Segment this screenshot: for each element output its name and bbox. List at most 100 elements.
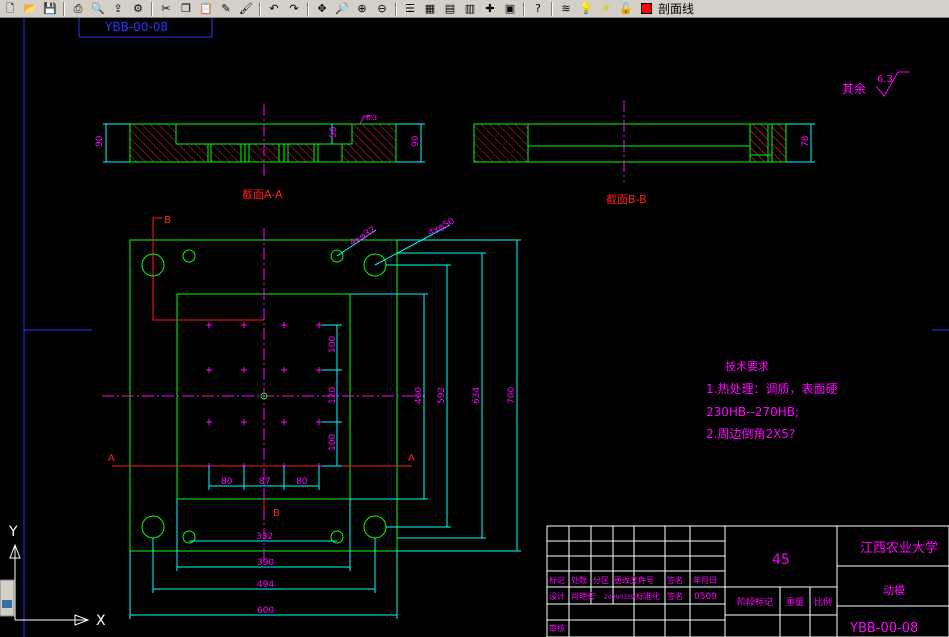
tool-palette-icon[interactable]: ▤	[442, 2, 458, 16]
pan-icon[interactable]: ✥	[314, 2, 330, 16]
tech-line-3: 2.周边倒角2X5?	[706, 427, 795, 441]
marker-b-bottom: B	[273, 508, 280, 519]
toolbar-separator	[551, 1, 553, 16]
marker-a-left: A	[108, 453, 115, 464]
new-icon[interactable]: 🗋	[2, 2, 18, 16]
paste-icon[interactable]: 📋	[198, 2, 214, 16]
ucs-x-label: X	[96, 613, 106, 629]
dim-80-b: 80	[296, 477, 308, 487]
design-center-icon[interactable]: ▦	[422, 2, 438, 16]
bulb-icon[interactable]: 💡	[578, 2, 594, 16]
dim-87: 87	[259, 477, 270, 487]
dim-390: 390	[257, 558, 274, 568]
zoom-realtime-icon[interactable]: 🔎	[334, 2, 350, 16]
copy-icon[interactable]: ❐	[178, 2, 194, 16]
tb-cell: 20090339	[604, 594, 635, 601]
dim-80-a: 80	[221, 477, 233, 487]
tb-cell: 标准化	[636, 591, 660, 601]
surface-mark-text: 6.3	[366, 114, 377, 122]
section-a-a: 6.3	[103, 104, 425, 178]
drawing-canvas[interactable]: YBB-00-08 6.3 90 50 90 截面A-A 78 截面B-B 其余…	[0, 18, 949, 637]
section-b-b	[473, 100, 815, 182]
dim-sec-a-left: 90	[95, 135, 105, 147]
markup-icon[interactable]: ✚	[482, 2, 498, 16]
tb-cell: 分区	[593, 576, 609, 585]
part-name: 动模	[883, 584, 905, 597]
standard-toolbar: 🗋 📂 💾 ⎙ 🔍 ⇪ ⚙ ✂ ❐ 📋 ✎ 🖌 ↶ ↷ ✥ 🔎 ⊕ ⊖ ☰ ▦ …	[0, 0, 949, 18]
tb-cell: 更改文件号	[614, 575, 654, 585]
tech-line-1: 1.热处理：调质，表面硬	[706, 382, 837, 396]
partial-title-frame: YBB-00-08	[78, 18, 213, 38]
brush-icon[interactable]: 🖌	[238, 2, 254, 16]
open-icon[interactable]: 📂	[22, 2, 38, 16]
title-block-row-1: 标记 处数 分区 更改文件号 签名 年月日	[549, 575, 717, 585]
tech-title: 技术要求	[725, 360, 769, 373]
calculator-icon[interactable]: ▣	[502, 2, 518, 16]
drawing-number: YBB-00-08	[849, 621, 918, 636]
tb-cell: 标记	[549, 575, 565, 585]
section-b-title: 截面B-B	[606, 192, 647, 206]
publish-icon[interactable]: ⇪	[110, 2, 126, 16]
title-block-row-2: 设计 肖艳宏 20090339 标准化 签名 0509	[549, 591, 717, 602]
zoom-previous-icon[interactable]: ⊖	[374, 2, 390, 16]
properties-icon[interactable]: ☰	[402, 2, 418, 16]
dim-sec-a-right: 90	[411, 135, 421, 147]
dim-sec-b-right: 78	[801, 135, 811, 147]
cut-icon[interactable]: ✂	[158, 2, 174, 16]
sheetset-icon[interactable]: ▥	[462, 2, 478, 16]
roughness-rest-label: 其余	[842, 81, 866, 96]
tb-cell: 处数	[571, 575, 587, 585]
roughness-symbol: 6.3	[875, 71, 910, 97]
toolbar-separator	[523, 1, 525, 16]
print-icon[interactable]: ⎙	[70, 2, 86, 16]
top-frame-label: YBB-00-08	[104, 20, 168, 34]
tech-line-2: 230HB--270HB;	[706, 405, 799, 419]
tb-cell: 签名	[667, 575, 683, 585]
zoom-window-icon[interactable]: ⊕	[354, 2, 370, 16]
weight-label: 重量	[786, 596, 804, 608]
dim-460: 460	[414, 387, 424, 404]
sun-icon[interactable]: ☀	[598, 2, 614, 16]
dim-592: 592	[437, 387, 447, 404]
layer-name-dropdown[interactable]: 剖面线	[658, 0, 694, 17]
toolbar-separator	[63, 1, 65, 16]
toolbar-separator	[395, 1, 397, 16]
callout-large-holes: 4xφ50	[427, 216, 457, 238]
tb-cell: 0509	[694, 592, 717, 602]
marker-a-right: A	[408, 453, 415, 464]
layer-manager-icon[interactable]: ≋	[558, 2, 574, 16]
dim-494: 494	[257, 580, 274, 590]
ucs-icon	[9, 543, 90, 626]
undo-icon[interactable]: ↶	[266, 2, 282, 16]
tb-cell: 肖艳宏	[571, 591, 595, 601]
lock-icon[interactable]: 🔓	[618, 2, 634, 16]
preview-icon[interactable]: 🔍	[90, 2, 106, 16]
dim-600: 600	[257, 606, 274, 616]
dim-700: 700	[507, 387, 517, 404]
tb-cell: 签名	[667, 591, 683, 601]
dim-634: 634	[472, 387, 482, 404]
roughness-value: 6.3	[877, 74, 893, 85]
technical-requirements: 技术要求 1.热处理：调质，表面硬 230HB--270HB; 2.周边倒角2X…	[706, 360, 837, 441]
redo-icon[interactable]: ↷	[286, 2, 302, 16]
color-swatch-icon[interactable]	[638, 2, 654, 16]
match-icon[interactable]: ✎	[218, 2, 234, 16]
dim-100-a: 100	[328, 336, 338, 353]
plot-icon[interactable]: ⚙	[130, 2, 146, 16]
marker-b-top: B	[164, 215, 171, 226]
tb-cell: 年月日	[693, 575, 717, 585]
section-a-title: 截面A-A	[242, 187, 283, 201]
callout-small-holes: 4xφ32	[348, 225, 377, 249]
dim-100-b: 100	[328, 434, 338, 451]
dim-332: 332	[256, 532, 273, 542]
tb-cell: 设计	[549, 591, 565, 601]
plan-view	[102, 217, 425, 560]
review-label: 审核	[549, 623, 565, 633]
scale-label: 比例	[814, 596, 832, 608]
help-icon[interactable]: ?	[530, 2, 546, 16]
toolbar-separator	[259, 1, 261, 16]
left-floating-tool[interactable]	[0, 579, 15, 617]
save-icon[interactable]: 💾	[42, 2, 58, 16]
stage-label: 阶段标记	[737, 596, 773, 608]
material-value: 45	[772, 552, 790, 568]
